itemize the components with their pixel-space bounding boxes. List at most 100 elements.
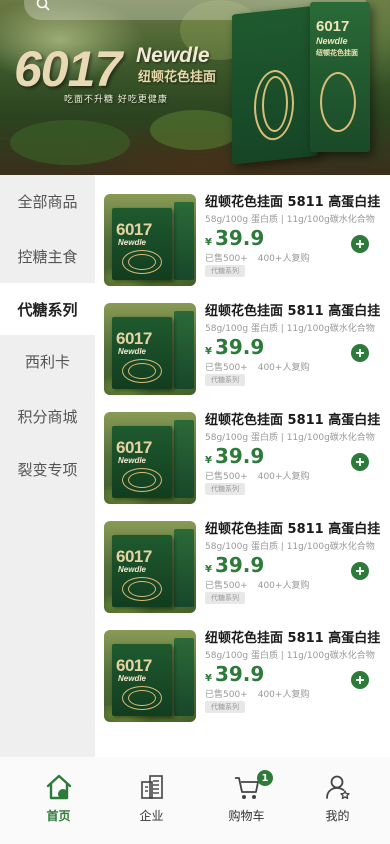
product-name[interactable]: 纽顿花色挂面 5811 高蛋白挂 — [205, 191, 385, 210]
tab-enterprise[interactable]: 企业 — [103, 757, 200, 844]
banner-box-number: 6017 — [316, 18, 350, 35]
product-box-side — [174, 638, 194, 716]
tab-home-label: 首页 — [46, 809, 71, 823]
sold-count: 已售500+ — [205, 472, 248, 482]
product-spec: 58g/100g 蛋白质 | 11g/100g碳水化合物 — [205, 324, 375, 334]
product-box: 6017 Newdle — [112, 317, 172, 389]
plus-icon — [356, 240, 364, 248]
repurchase-count: 400+人复购 — [257, 472, 310, 482]
product-spec: 58g/100g 蛋白质 | 11g/100g碳水化合物 — [205, 651, 375, 661]
tab-cart-label: 购物车 — [228, 809, 265, 823]
product-box-side — [174, 420, 194, 498]
product-price: ¥39.9 — [205, 335, 264, 359]
repurchase-count: 400+人复购 — [257, 581, 310, 591]
tab-cart[interactable]: 1 购物车 — [198, 757, 295, 844]
banner-slogan: 吃面不升糖 好吃更健康 — [64, 95, 168, 105]
add-to-cart-button[interactable] — [351, 235, 369, 253]
product-sales: 已售500+ 400+人复购 — [205, 687, 309, 700]
product-list: 6017 Newdle 纽顿花色挂面 5811 高蛋白挂 58g/100g 蛋白质 |… — [95, 175, 390, 757]
tab-mine[interactable]: 我的 — [289, 757, 386, 844]
sidebar-item-fission[interactable]: 裂变专项 — [0, 443, 95, 495]
sidebar-item-all[interactable]: 全部商品 — [0, 175, 95, 227]
noodle-graphic — [128, 690, 156, 706]
building-icon — [141, 775, 163, 799]
product-sales: 已售500+ 400+人复购 — [205, 469, 309, 482]
add-to-cart-button[interactable] — [351, 344, 369, 362]
price-currency: ¥ — [205, 346, 212, 357]
banner-brand-cn: 纽顿花色挂面 — [138, 70, 217, 85]
user-icon — [326, 775, 350, 800]
sold-count: 已售500+ — [205, 363, 248, 373]
product-box-brand: Newdle — [118, 456, 147, 465]
product-box-number: 6017 — [116, 220, 152, 239]
price-currency: ¥ — [205, 673, 212, 684]
product-box-brand: Newdle — [118, 565, 147, 574]
product-name[interactable]: 纽顿花色挂面 5811 高蛋白挂 — [205, 409, 385, 428]
price-currency: ¥ — [205, 237, 212, 248]
product-image[interactable]: 6017 Newdle — [104, 630, 196, 722]
add-to-cart-button[interactable] — [351, 453, 369, 471]
product-name[interactable]: 纽顿花色挂面 5811 高蛋白挂 — [205, 518, 385, 537]
plus-icon — [356, 349, 364, 357]
product-name[interactable]: 纽顿花色挂面 5811 高蛋白挂 — [205, 300, 385, 319]
product-box-number: 6017 — [116, 329, 152, 348]
sidebar-item-xilika[interactable]: 西利卡 — [0, 335, 95, 387]
product-spec: 58g/100g 蛋白质 | 11g/100g碳水化合物 — [205, 215, 375, 225]
product-box-number: 6017 — [116, 656, 152, 675]
product-image[interactable]: 6017 Newdle — [104, 521, 196, 613]
product-tag: 代糖系列 — [205, 592, 245, 604]
banner-brand-word: Newdle — [136, 44, 210, 67]
add-to-cart-button[interactable] — [351, 671, 369, 689]
sidebar-item-points-mall[interactable]: 积分商城 — [0, 390, 95, 442]
product-sales: 已售500+ 400+人复购 — [205, 360, 309, 373]
product-spec: 58g/100g 蛋白质 | 11g/100g碳水化合物 — [205, 433, 375, 443]
product-image[interactable]: 6017 Newdle — [104, 303, 196, 395]
product-box: 6017 Newdle — [112, 644, 172, 716]
product-box: 6017 Newdle — [112, 208, 172, 280]
product-box-side — [174, 529, 194, 607]
tab-home[interactable]: 首页 — [10, 757, 107, 844]
promo-banner[interactable]: 6017 Newdle 纽顿花色挂面 吃面不升糖 好吃更健康 6017 Newd… — [0, 0, 390, 175]
banner-brand-number: 6017 — [14, 41, 122, 97]
banner-box-cn: 纽顿花色挂面 — [316, 50, 358, 57]
search-icon — [36, 0, 50, 11]
price-value: 39.9 — [214, 444, 265, 468]
repurchase-count: 400+人复购 — [257, 690, 310, 700]
product-card[interactable]: 6017 Newdle 纽顿花色挂面 5811 高蛋白挂 58g/100g 蛋白质 |… — [95, 393, 390, 504]
product-card[interactable]: 6017 Newdle 纽顿花色挂面 5811 高蛋白挂 58g/100g 蛋白质 |… — [95, 611, 390, 722]
product-spec: 58g/100g 蛋白质 | 11g/100g碳水化合物 — [205, 542, 375, 552]
price-value: 39.9 — [214, 226, 265, 250]
product-box-number: 6017 — [116, 438, 152, 457]
product-price: ¥39.9 — [205, 226, 264, 250]
noodle-graphic — [128, 363, 156, 379]
sidebar-item-sugar-substitute[interactable]: 代糖系列 — [0, 283, 95, 335]
product-name[interactable]: 纽顿花色挂面 5811 高蛋白挂 — [205, 627, 385, 646]
product-image[interactable]: 6017 Newdle — [104, 412, 196, 504]
product-price: ¥39.9 — [205, 553, 264, 577]
sidebar-item-sugar-control[interactable]: 控糖主食 — [0, 230, 95, 282]
product-box: 6017 Newdle — [112, 535, 172, 607]
product-box-brand: Newdle — [118, 347, 147, 356]
noodle-graphic — [128, 581, 156, 597]
banner-product-box — [232, 5, 318, 165]
price-value: 39.9 — [214, 335, 265, 359]
sold-count: 已售500+ — [205, 581, 248, 591]
add-to-cart-button[interactable] — [351, 562, 369, 580]
product-tag: 代糖系列 — [205, 265, 245, 277]
sold-count: 已售500+ — [205, 254, 248, 264]
product-box-number: 6017 — [116, 547, 152, 566]
noodle-graphic — [128, 472, 156, 488]
product-box-brand: Newdle — [118, 674, 147, 683]
home-icon — [46, 774, 72, 800]
plus-icon — [356, 458, 364, 466]
product-card[interactable]: 6017 Newdle 纽顿花色挂面 5811 高蛋白挂 58g/100g 蛋白质 |… — [95, 502, 390, 613]
product-card[interactable]: 6017 Newdle 纽顿花色挂面 5811 高蛋白挂 58g/100g 蛋白质 |… — [95, 284, 390, 395]
product-card[interactable]: 6017 Newdle 纽顿花色挂面 5811 高蛋白挂 58g/100g 蛋白质 |… — [95, 175, 390, 286]
product-box-brand: Newdle — [118, 238, 147, 247]
price-currency: ¥ — [205, 455, 212, 466]
product-price: ¥39.9 — [205, 662, 264, 686]
banner-box-brand: Newdle — [316, 36, 348, 46]
product-image[interactable]: 6017 Newdle — [104, 194, 196, 286]
product-box: 6017 Newdle — [112, 426, 172, 498]
banner-product-box-side: 6017 Newdle 纽顿花色挂面 — [310, 2, 370, 152]
